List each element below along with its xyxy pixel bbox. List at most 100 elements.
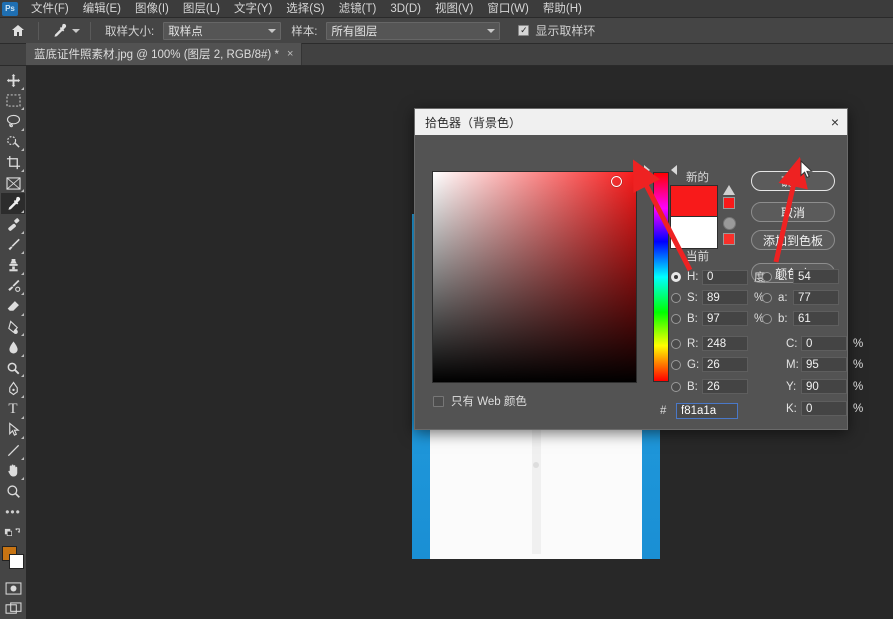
rgb-b-row[interactable]: B: 26: [671, 379, 748, 394]
move-tool[interactable]: [1, 70, 25, 91]
radio-g[interactable]: [671, 359, 681, 370]
color-swatches[interactable]: [0, 545, 26, 572]
radio-l[interactable]: [762, 271, 772, 282]
quick-mask-icon[interactable]: [1, 578, 25, 599]
frame-tool[interactable]: [1, 173, 25, 194]
lab-l-row[interactable]: L: 54: [762, 269, 839, 284]
lasso-tool[interactable]: [1, 111, 25, 132]
input-k[interactable]: 0: [801, 401, 847, 416]
out-of-gamut-warning-icon[interactable]: [723, 185, 735, 195]
menu-file[interactable]: 文件(F): [24, 0, 76, 18]
web-colors-only-checkbox[interactable]: ✓ 只有 Web 颜色: [433, 393, 527, 409]
screen-mode-icon[interactable]: [1, 598, 25, 619]
dodge-tool[interactable]: [1, 358, 25, 379]
dialog-title-bar[interactable]: 拾色器（背景色） ×: [415, 109, 847, 135]
hue-slider[interactable]: [653, 172, 669, 382]
sample-select[interactable]: 所有图层: [326, 21, 501, 40]
radio-s[interactable]: [671, 292, 681, 303]
cancel-button[interactable]: 取消: [751, 202, 835, 222]
input-b-rgb[interactable]: 26: [702, 379, 748, 394]
radio-r[interactable]: [671, 338, 681, 349]
saturation-value-field[interactable]: [432, 171, 637, 383]
brush-tool[interactable]: [1, 235, 25, 256]
color-picker-marker[interactable]: [611, 176, 622, 187]
rgb-g-row[interactable]: G: 26: [671, 357, 748, 372]
history-brush-tool[interactable]: [1, 276, 25, 297]
sample-size-select[interactable]: 取样点: [163, 21, 282, 40]
menu-select[interactable]: 选择(S): [279, 0, 331, 18]
lab-b-row[interactable]: b: 61: [762, 311, 839, 326]
eyedropper-tool[interactable]: [1, 193, 25, 214]
web-safe-warning-icon[interactable]: [723, 217, 736, 230]
radio-b-lab[interactable]: [762, 313, 772, 324]
default-colors-and-swap[interactable]: [1, 522, 25, 543]
input-b-lab[interactable]: 61: [793, 311, 839, 326]
pen-tool[interactable]: [1, 378, 25, 399]
radio-b-rgb[interactable]: [671, 381, 681, 392]
cmyk-m-row[interactable]: M: 95 %: [786, 357, 867, 372]
radio-h[interactable]: [671, 272, 681, 282]
cmyk-c-row[interactable]: C: 0 %: [786, 336, 867, 351]
menu-image[interactable]: 图像(I): [128, 0, 176, 18]
menu-3d[interactable]: 3D(D): [383, 0, 428, 18]
document-tab[interactable]: 蓝底证件照素材.jpg @ 100% (图层 2, RGB/8#) * ×: [26, 43, 303, 65]
cmyk-y-row[interactable]: Y: 90 %: [786, 379, 867, 394]
quick-selection-tool[interactable]: [1, 132, 25, 153]
close-icon[interactable]: ×: [831, 115, 839, 129]
menu-layer[interactable]: 图层(L): [176, 0, 227, 18]
current-color-swatch[interactable]: [670, 217, 718, 249]
lab-a-row[interactable]: a: 77: [762, 290, 839, 305]
menu-help[interactable]: 帮助(H): [536, 0, 589, 18]
zoom-tool[interactable]: [1, 481, 25, 502]
out-of-gamut-substitute-swatch[interactable]: [723, 197, 735, 209]
input-s[interactable]: 89: [702, 290, 748, 305]
input-a[interactable]: 77: [793, 290, 839, 305]
shape-tool[interactable]: [1, 440, 25, 461]
clone-stamp-tool[interactable]: [1, 255, 25, 276]
checkbox-check-icon: ✓: [518, 25, 530, 36]
background-color-swatch[interactable]: [9, 553, 24, 569]
hand-tool[interactable]: [1, 461, 25, 482]
input-l[interactable]: 54: [793, 269, 839, 284]
hsb-s-row[interactable]: S: 89 %: [671, 290, 768, 305]
rgb-r-row[interactable]: R: 248: [671, 336, 748, 351]
hsb-h-row[interactable]: H: 0 度: [671, 269, 768, 285]
menu-type[interactable]: 文字(Y): [227, 0, 279, 18]
cmyk-k-row[interactable]: K: 0 %: [786, 401, 867, 416]
add-to-swatches-button[interactable]: 添加到色板: [751, 230, 835, 250]
path-selection-tool[interactable]: [1, 420, 25, 441]
tool-preset-chevron-down-icon[interactable]: [72, 28, 80, 33]
hue-slider-right-handle-icon[interactable]: [671, 165, 677, 175]
input-b-hsb[interactable]: 97: [702, 311, 748, 326]
input-c[interactable]: 0: [801, 336, 847, 351]
input-g[interactable]: 26: [702, 357, 748, 372]
radio-b-hsb[interactable]: [671, 313, 681, 324]
ok-button[interactable]: 确定: [751, 171, 835, 191]
current-tool-group[interactable]: [47, 20, 82, 42]
crop-tool[interactable]: [1, 152, 25, 173]
hsb-b-row[interactable]: B: 97 %: [671, 311, 768, 326]
more-tools-button[interactable]: •••: [1, 502, 25, 523]
menu-edit[interactable]: 编辑(E): [76, 0, 128, 18]
input-h[interactable]: 0: [702, 269, 748, 285]
input-y[interactable]: 90: [801, 379, 847, 394]
eraser-tool[interactable]: [1, 296, 25, 317]
healing-brush-tool[interactable]: [1, 214, 25, 235]
show-sampling-ring-checkbox[interactable]: ✓ 显示取样环: [518, 22, 595, 39]
input-m[interactable]: 95: [801, 357, 847, 372]
close-icon[interactable]: ×: [287, 48, 293, 60]
web-safe-substitute-swatch[interactable]: [723, 233, 735, 245]
input-r[interactable]: 248: [702, 336, 748, 351]
gradient-tool[interactable]: [1, 317, 25, 338]
marquee-tool[interactable]: [1, 91, 25, 112]
blur-tool[interactable]: [1, 337, 25, 358]
hue-slider-left-handle-icon[interactable]: [644, 165, 650, 175]
menu-filter[interactable]: 滤镜(T): [332, 0, 384, 18]
radio-a[interactable]: [762, 292, 772, 303]
type-tool[interactable]: T: [1, 399, 25, 420]
menu-window[interactable]: 窗口(W): [480, 0, 536, 18]
menu-view[interactable]: 视图(V): [428, 0, 480, 18]
hex-input[interactable]: f81a1a: [676, 403, 738, 419]
hex-row[interactable]: # f81a1a: [660, 403, 738, 419]
home-icon[interactable]: [6, 20, 30, 42]
